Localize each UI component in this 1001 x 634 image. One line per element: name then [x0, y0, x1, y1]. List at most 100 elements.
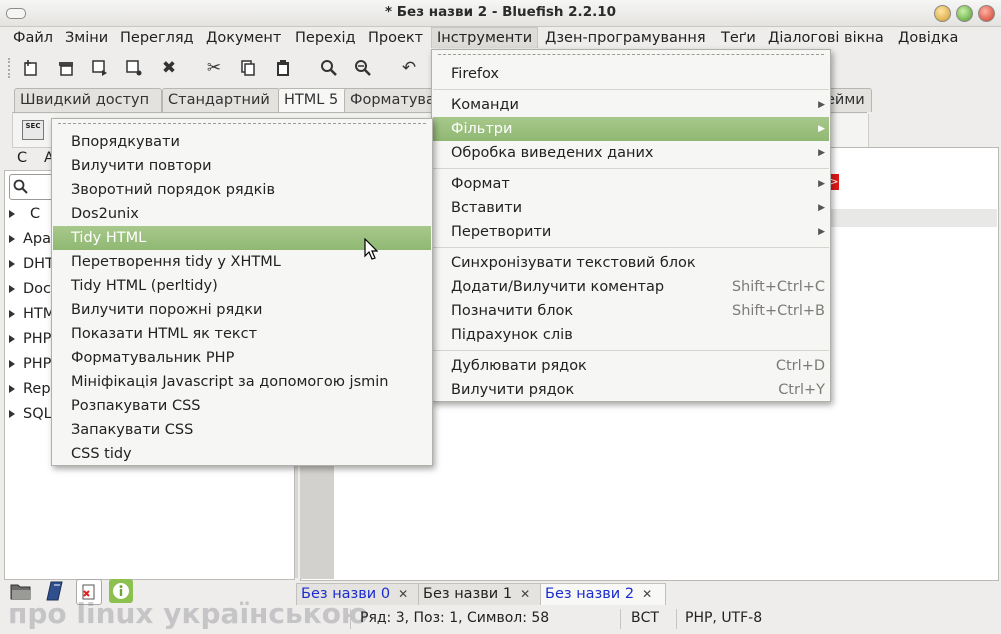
menu-item-select-block[interactable]: Позначити блок Shift+Ctrl+B [433, 299, 829, 323]
tree-item[interactable]: HTM [9, 303, 55, 325]
title-bar: * Без назви 2 - Bluefish 2.2.10 [0, 0, 1001, 27]
save-as-icon[interactable] [123, 57, 145, 79]
tree-item[interactable]: PHP [9, 353, 51, 375]
close-tab-icon[interactable]: ✕ [642, 587, 652, 601]
expander-icon[interactable] [9, 360, 15, 368]
expander-icon[interactable] [9, 260, 15, 268]
menu-item-format[interactable]: Формат ▶ [433, 172, 829, 196]
menu-item-output-processing[interactable]: Обробка виведених даних ▶ [433, 141, 829, 165]
expander-icon[interactable] [9, 310, 15, 318]
filter-item[interactable]: Вилучити повтори [53, 154, 431, 178]
menu-dialogs[interactable]: Діалогові вікна [763, 28, 889, 48]
menu-item-toggle-comment[interactable]: Додати/Вилучити коментар Shift+Ctrl+C [433, 275, 829, 299]
submenu-arrow-icon: ▶ [818, 179, 825, 189]
expander-icon[interactable] [9, 335, 15, 343]
menu-item-commands[interactable]: Команди ▶ [433, 93, 829, 117]
tearoff-line[interactable] [438, 54, 824, 55]
doc-tab-2[interactable]: Без назви 2 ✕ [540, 583, 666, 605]
menu-go[interactable]: Перехід [290, 28, 361, 48]
menu-project[interactable]: Проект [363, 28, 428, 48]
filter-item[interactable]: Вилучити порожні рядки [53, 298, 431, 322]
paste-icon[interactable] [272, 57, 294, 79]
tab-formatting[interactable]: Форматування [344, 88, 442, 112]
tree-item[interactable]: Rep [9, 378, 51, 400]
close-tab-icon[interactable]: ✕ [398, 587, 408, 601]
close-icon[interactable]: ✖ [158, 57, 180, 79]
filter-item[interactable]: Форматувальник PHP [53, 346, 431, 370]
insert-mode[interactable]: ВСТ [631, 610, 659, 626]
menu-separator [433, 247, 829, 248]
side-tab-c[interactable]: С [17, 150, 27, 166]
open-icon[interactable] [55, 57, 77, 79]
menu-separator [433, 350, 829, 351]
cut-icon[interactable]: ✂ [203, 57, 225, 79]
expander-icon[interactable] [9, 210, 15, 218]
submenu-arrow-icon: ▶ [818, 124, 825, 134]
filter-item[interactable]: Tidy HTML (perltidy) [53, 274, 431, 298]
filter-item[interactable]: Запакувати CSS [53, 418, 431, 442]
new-file-icon[interactable] [20, 57, 42, 79]
menu-item-sync-block[interactable]: Синхронізувати текстовий блок [433, 251, 829, 275]
menu-help[interactable]: Довідка [893, 28, 963, 48]
filters-submenu: Впорядкувати Вилучити повтори Зворотний … [51, 118, 433, 466]
tree-item[interactable]: SQL [9, 403, 52, 425]
filter-item[interactable]: Показати HTML як текст [53, 322, 431, 346]
expander-icon[interactable] [9, 410, 15, 418]
expander-icon[interactable] [9, 285, 15, 293]
menu-item-insert[interactable]: Вставити ▶ [433, 196, 829, 220]
tab-standard[interactable]: Стандартний [162, 88, 280, 112]
status-separator [350, 609, 351, 629]
menu-file[interactable]: Файл [8, 28, 58, 48]
menu-item-duplicate-line[interactable]: Дублювати рядок Ctrl+D [433, 354, 829, 378]
search-icon [13, 179, 28, 194]
minimize-button[interactable] [934, 5, 951, 22]
menu-item-convert[interactable]: Перетворити ▶ [433, 220, 829, 244]
menu-document[interactable]: Документ [201, 28, 286, 48]
menu-view[interactable]: Перегляд [115, 28, 199, 48]
menu-tags[interactable]: Теґи [716, 28, 761, 48]
menu-item-firefox[interactable]: Firefox [433, 62, 829, 86]
filter-item[interactable]: Розпакувати CSS [53, 394, 431, 418]
toolbar-grip[interactable] [8, 58, 14, 78]
save-icon[interactable] [89, 57, 111, 79]
menu-item-filters[interactable]: Фільтри ▶ [433, 117, 829, 141]
menu-separator [433, 89, 829, 90]
expander-icon[interactable] [9, 385, 15, 393]
maximize-button[interactable] [956, 5, 973, 22]
status-bar: Ряд: 3, Поз: 1, Символ: 58 ВСТ PHP, UTF-… [0, 607, 1001, 634]
filter-item[interactable]: Dos2unix [53, 202, 431, 226]
window-title: * Без назви 2 - Bluefish 2.2.10 [385, 4, 616, 20]
filter-item[interactable]: Впорядкувати [53, 130, 431, 154]
filter-item[interactable]: Зворотний порядок рядків [53, 178, 431, 202]
find-icon[interactable] [318, 57, 340, 79]
tree-item[interactable]: С [9, 203, 40, 225]
tree-item[interactable]: PHP [9, 328, 51, 350]
menu-separator [433, 168, 829, 169]
menu-item-delete-line[interactable]: Вилучити рядок Ctrl+Y [433, 378, 829, 402]
mouse-cursor-icon [364, 238, 378, 260]
menu-zen[interactable]: Дзен-програмування [540, 28, 711, 48]
copy-icon[interactable] [237, 57, 259, 79]
filter-item[interactable]: CSS tidy [53, 442, 431, 466]
menu-edit[interactable]: Зміни [60, 28, 113, 48]
tab-html5[interactable]: HTML 5 [278, 88, 350, 112]
close-tab-icon[interactable]: ✕ [520, 587, 530, 601]
section-icon[interactable]: SEC [22, 120, 44, 140]
tree-item[interactable]: DHT [9, 253, 54, 275]
snippet-search-input[interactable] [9, 174, 55, 200]
file-type-encoding[interactable]: PHP, UTF-8 [685, 610, 762, 626]
find-replace-icon[interactable] [352, 57, 374, 79]
tab-quick-access[interactable]: Швидкий доступ [14, 88, 162, 112]
undo-icon[interactable]: ↶ [398, 57, 420, 79]
filter-item[interactable]: Мініфікація Javascript за допомогою jsmi… [53, 370, 431, 394]
menu-tools[interactable]: Інструменти [431, 27, 539, 48]
tearoff-line[interactable] [58, 123, 426, 124]
submenu-arrow-icon: ▶ [818, 100, 825, 110]
doc-tab-1[interactable]: Без назви 1 ✕ [418, 583, 542, 605]
menu-bar: Файл Зміни Перегляд Документ Перехід Про… [0, 27, 1001, 49]
close-window-button[interactable] [978, 5, 995, 22]
menu-item-word-count[interactable]: Підрахунок слів [433, 323, 829, 347]
tree-item[interactable]: Apa [9, 228, 51, 250]
tree-item[interactable]: Doc [9, 278, 51, 300]
expander-icon[interactable] [9, 235, 15, 243]
